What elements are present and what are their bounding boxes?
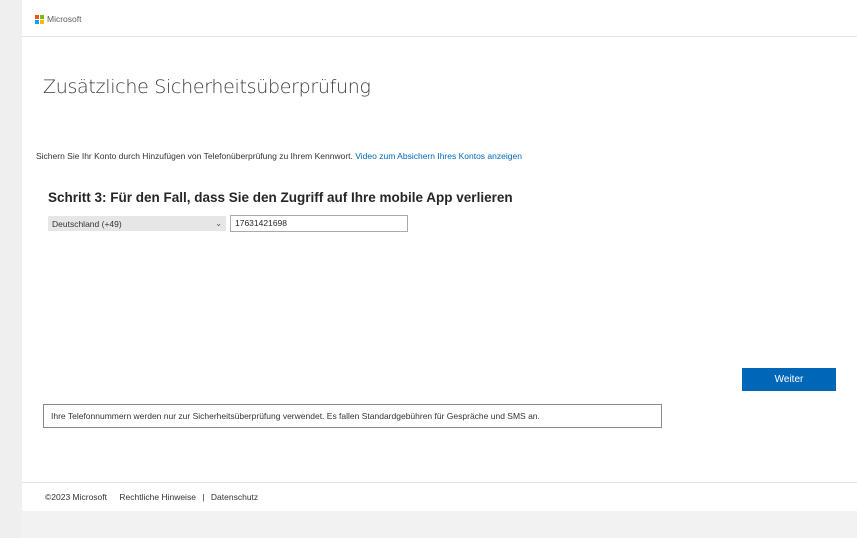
phone-input[interactable]: 17631421698 — [230, 215, 408, 232]
page: Microsoft Zusätzliche Sicherheitsüberprü… — [22, 0, 857, 511]
notice-box: Ihre Telefonnummern werden nur zur Siche… — [43, 404, 662, 428]
logo-text: Microsoft — [47, 14, 82, 24]
privacy-link[interactable]: Datenschutz — [211, 492, 258, 502]
legal-link[interactable]: Rechtliche Hinweise — [119, 492, 196, 502]
chevron-down-icon: ⌄ — [215, 219, 222, 228]
microsoft-logo-icon — [35, 14, 44, 24]
page-title: Zusätzliche Sicherheitsüberprüfung — [43, 76, 371, 98]
copyright: ©2023 Microsoft — [45, 492, 108, 502]
footer-separator: | — [202, 492, 205, 502]
footer: ©2023 Microsoft Rechtliche Hinweise | Da… — [22, 482, 857, 511]
intro-text: Sichern Sie Ihr Konto durch Hinzufügen v… — [36, 151, 522, 161]
video-link[interactable]: Video zum Absichern Ihres Kontos anzeige… — [355, 151, 522, 161]
next-button[interactable]: Weiter — [742, 368, 836, 391]
country-select[interactable]: Deutschland (+49) ⌄ — [48, 216, 226, 231]
header: Microsoft — [22, 0, 857, 37]
left-margin — [0, 0, 22, 538]
country-select-value: Deutschland (+49) — [52, 218, 122, 229]
intro-description: Sichern Sie Ihr Konto durch Hinzufügen v… — [36, 151, 353, 161]
microsoft-logo: Microsoft — [35, 14, 81, 24]
step-heading: Schritt 3: Für den Fall, dass Sie den Zu… — [48, 190, 513, 205]
